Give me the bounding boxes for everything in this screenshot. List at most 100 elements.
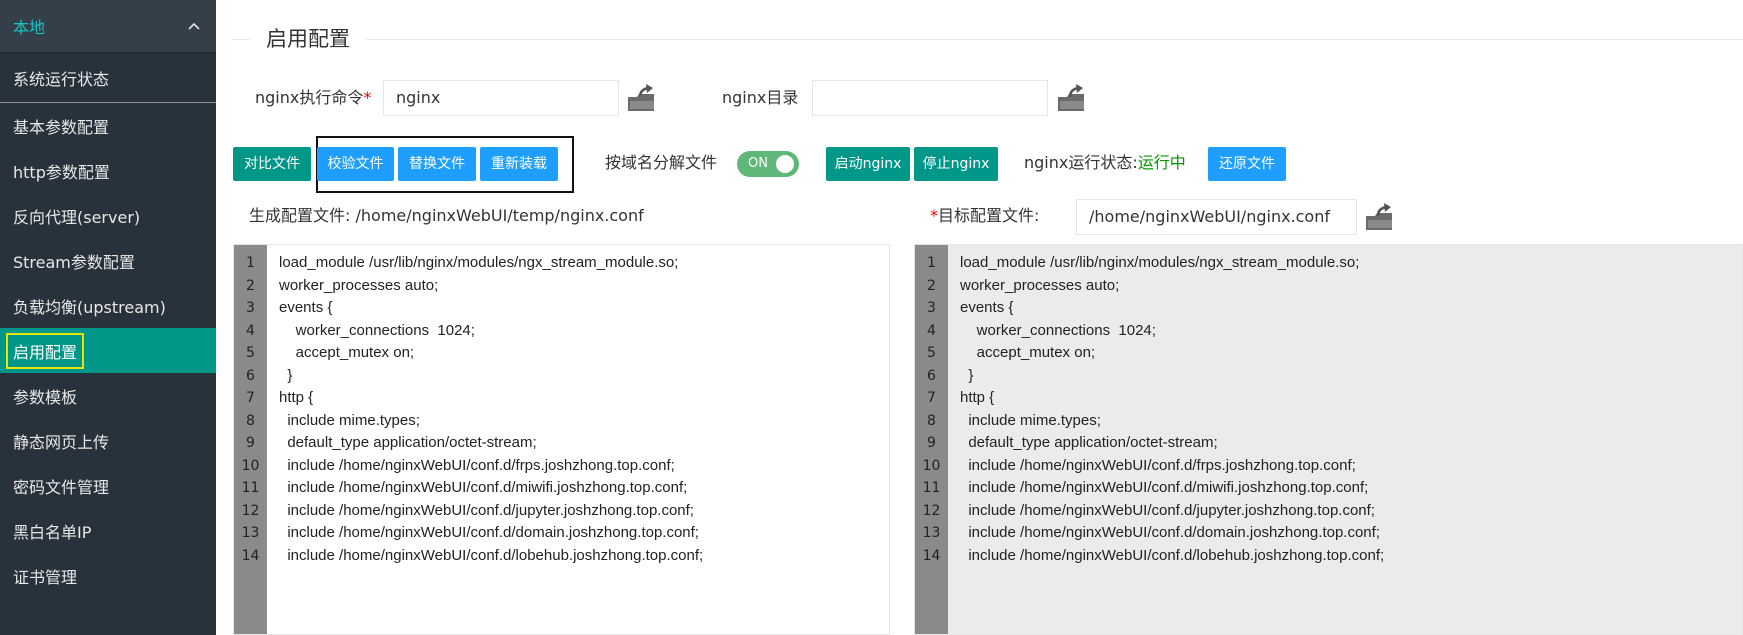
start-nginx-button[interactable]: 启动nginx — [826, 147, 910, 181]
line-number: 12 — [922, 502, 941, 519]
code-line: 3 events { — [234, 297, 889, 320]
nginx-dir-label: nginx目录 — [722, 88, 799, 107]
code-line: 8 include mime.types; — [915, 410, 1742, 433]
code-text: } — [960, 366, 974, 384]
line-number: 3 — [246, 300, 255, 316]
replace-file-button[interactable]: 替换文件 — [398, 147, 476, 181]
code-text: include /home/nginxWebUI/conf.d/miwifi.j… — [279, 479, 688, 496]
nginx-status: nginx运行状态:运行中 — [1024, 145, 1186, 181]
line-number: 8 — [927, 412, 936, 429]
nginx-status-label: nginx运行状态: — [1024, 153, 1138, 172]
line-number: 7 — [927, 390, 936, 406]
generated-config-editor[interactable]: 1 load_module /usr/lib/nginx/modules/ngx_… — [233, 244, 890, 635]
toggle-text: ON — [748, 156, 768, 171]
sidebar-item-label: http参数配置 — [13, 162, 110, 182]
nginx-dir-input[interactable] — [812, 80, 1048, 116]
code-text: include /home/nginxWebUI/conf.d/lobehub.… — [279, 546, 704, 564]
line-number: 2 — [246, 277, 255, 294]
line-number: 2 — [927, 277, 936, 294]
sidebar-item-ip-list[interactable]: 黑白名单IP — [0, 508, 216, 553]
line-number: 10 — [241, 457, 260, 474]
line-number: 13 — [922, 525, 941, 541]
code-text: include /home/nginxWebUI/conf.d/frps.jos… — [279, 456, 675, 474]
code-line: 11 include /home/nginxWebUI/conf.d/miwif… — [915, 477, 1742, 500]
target-file-input[interactable]: /home/nginxWebUI/nginx.conf — [1076, 199, 1357, 235]
sidebar-item-cert-manage[interactable]: 证书管理 — [0, 553, 216, 598]
code-text: include /home/nginxWebUI/conf.d/domain.j… — [960, 524, 1380, 541]
sidebar-item-http-params[interactable]: http参数配置 — [0, 148, 216, 193]
code-text: events { — [960, 299, 1014, 316]
code-line: 10 include /home/nginxWebUI/conf.d/frps.… — [915, 455, 1742, 478]
sidebar-item-stream-params[interactable]: Stream参数配置 — [0, 238, 216, 283]
line-number: 5 — [927, 345, 936, 361]
line-number: 8 — [246, 412, 255, 429]
code-line: 12 include /home/nginxWebUI/conf.d/jupyt… — [915, 500, 1742, 523]
code-line: 9 default_type application/octet-stream; — [234, 432, 889, 455]
line-number: 7 — [246, 390, 255, 406]
split-by-domain-label: 按域名分解文件 — [605, 153, 718, 172]
code-text: worker_processes auto; — [279, 276, 439, 294]
code-text: include mime.types; — [279, 411, 420, 429]
compare-file-button[interactable]: 对比文件 — [233, 147, 311, 181]
generated-file-path: /home/nginxWebUI/temp/nginx.conf — [355, 206, 644, 225]
code-text: include /home/nginxWebUI/conf.d/lobehub.… — [960, 546, 1385, 564]
nginx-cmd-input[interactable]: nginx — [383, 80, 619, 116]
code-text: default_type application/octet-stream; — [960, 434, 1218, 451]
code-line: 6 } — [915, 365, 1742, 388]
code-line: 13 include /home/nginxWebUI/conf.d/domai… — [234, 522, 889, 545]
reload-button[interactable]: 重新装载 — [480, 147, 558, 181]
code-line: 5 accept_mutex on; — [915, 342, 1742, 365]
target-config-editor[interactable]: 1 load_module /usr/lib/nginx/modules/ngx_… — [914, 244, 1743, 635]
sidebar-item-reverse-proxy[interactable]: 反向代理(server) — [0, 193, 216, 238]
split-by-domain-toggle[interactable]: ON — [737, 151, 799, 177]
sidebar-item-label: 启用配置 — [6, 332, 85, 369]
line-number: 10 — [922, 457, 941, 474]
sidebar-item-param-template[interactable]: 参数模板 — [0, 373, 216, 418]
code-text: http { — [960, 389, 995, 406]
upload-folder-icon[interactable] — [1364, 202, 1394, 232]
sidebar-item-password-files[interactable]: 密码文件管理 — [0, 463, 216, 508]
code-line: 8 include mime.types; — [234, 410, 889, 433]
target-file-label: *目标配置文件: — [930, 206, 1040, 225]
code-line: 4 worker_connections 1024; — [234, 320, 889, 343]
line-number: 3 — [927, 300, 936, 316]
code-line: 12 include /home/nginxWebUI/conf.d/jupyt… — [234, 500, 889, 523]
sidebar-item-system-status[interactable]: 系统运行状态 — [0, 53, 216, 103]
code-text: accept_mutex on; — [279, 344, 415, 361]
code-line: 6 } — [234, 365, 889, 388]
sidebar-header[interactable]: 本地 — [0, 0, 216, 53]
code-line: 14 include /home/nginxWebUI/conf.d/lobeh… — [234, 545, 889, 568]
check-file-button[interactable]: 校验文件 — [317, 147, 394, 181]
sidebar-item-label: 静态网页上传 — [13, 432, 110, 452]
line-number: 1 — [927, 255, 936, 271]
main-content: 启用配置 nginx执行命令* nginx nginx目录 对比文件 校验文件 … — [216, 0, 1743, 635]
chevron-up-icon[interactable] — [186, 18, 202, 34]
generated-file-label: 生成配置文件: — [249, 206, 351, 225]
stop-nginx-button[interactable]: 停止nginx — [914, 147, 998, 181]
sidebar-header-title: 本地 — [13, 18, 46, 37]
sidebar-item-upstream[interactable]: 负载均衡(upstream) — [0, 283, 216, 328]
upload-folder-icon[interactable] — [626, 83, 656, 113]
code-line: 1 load_module /usr/lib/nginx/modules/ngx_… — [234, 252, 889, 275]
code-text: include /home/nginxWebUI/conf.d/miwifi.j… — [960, 479, 1369, 496]
code-line: 7 http { — [234, 387, 889, 410]
sidebar-item-static-upload[interactable]: 静态网页上传 — [0, 418, 216, 463]
code-line: 5 accept_mutex on; — [234, 342, 889, 365]
code-text: worker_processes auto; — [960, 276, 1120, 294]
sidebar-item-basic-params[interactable]: 基本参数配置 — [0, 103, 216, 148]
code-text: worker_connections 1024; — [279, 321, 475, 339]
line-number: 9 — [246, 435, 255, 451]
line-number: 11 — [241, 480, 260, 496]
sidebar-item-label: 证书管理 — [13, 567, 78, 587]
restore-file-button[interactable]: 还原文件 — [1208, 147, 1286, 181]
code-line: 2 worker_processes auto; — [915, 275, 1742, 298]
upload-folder-icon[interactable] — [1056, 83, 1086, 113]
line-number: 6 — [927, 367, 936, 384]
sidebar-item-enable-config[interactable]: 启用配置 — [0, 328, 216, 373]
code-text: include /home/nginxWebUI/conf.d/domain.j… — [279, 524, 699, 541]
code-line: 3 events { — [915, 297, 1742, 320]
sidebar-item-label: Stream参数配置 — [13, 252, 135, 272]
line-number: 13 — [241, 525, 260, 541]
code-line: 14 include /home/nginxWebUI/conf.d/lobeh… — [915, 545, 1742, 568]
sidebar-item-label: 密码文件管理 — [13, 477, 110, 497]
